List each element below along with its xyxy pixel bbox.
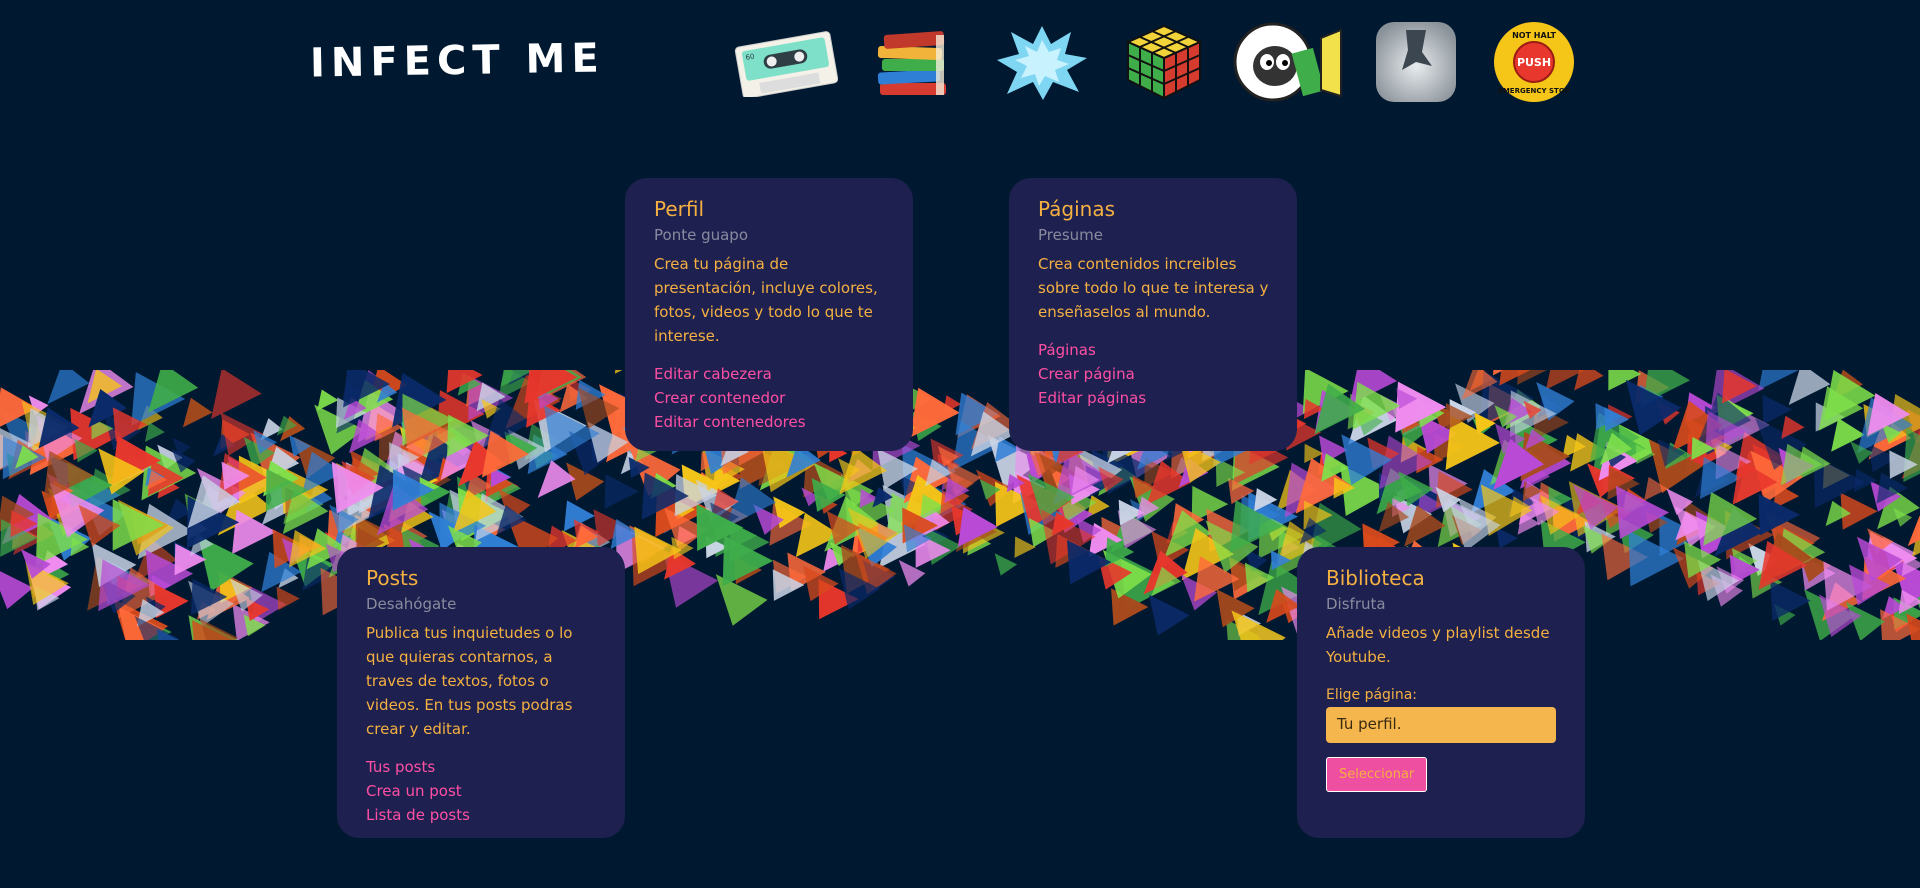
paginas-title: Páginas <box>1038 197 1116 221</box>
perfil-subtitle: Ponte guapo <box>654 226 748 244</box>
biblioteca-card: Biblioteca Disfruta Añade videos y playl… <box>1297 547 1585 838</box>
edit-pages-link[interactable]: Editar páginas <box>1038 386 1269 410</box>
page-select[interactable]: Tu perfil. <box>1326 707 1556 743</box>
svg-text:NOT HALT: NOT HALT <box>1512 31 1556 40</box>
posts-card: Posts Desahógate Publica tus inquietudes… <box>337 547 625 838</box>
splash-burst-icon[interactable] <box>992 20 1092 104</box>
rubiks-cube-icon[interactable] <box>1122 20 1206 104</box>
triangle-pattern-banner <box>0 370 1920 640</box>
biblioteca-description: Añade videos y playlist desde Youtube. <box>1326 624 1550 666</box>
edit-containers-link[interactable]: Editar contenedores <box>654 410 885 434</box>
perfil-description: Crea tu página de presentación, incluye … <box>654 255 878 345</box>
create-post-link[interactable]: Crea un post <box>366 779 597 803</box>
svg-text:PUSH: PUSH <box>1517 56 1551 69</box>
site-logo[interactable]: INFECT ME <box>310 35 605 86</box>
emergency-stop-icon[interactable]: NOT HALT PUSH EMERGENCY STOP <box>1492 20 1576 104</box>
edit-header-link[interactable]: Editar cabezera <box>654 362 885 386</box>
select-button[interactable]: Seleccionar <box>1326 757 1428 792</box>
paginas-subtitle: Presume <box>1038 226 1104 244</box>
cassette-tape-icon[interactable]: 60 <box>733 20 839 104</box>
paginas-description: Crea contenidos increibles sobre todo lo… <box>1038 255 1269 321</box>
perfil-title: Perfil <box>654 197 705 221</box>
posts-title: Posts <box>366 566 419 590</box>
your-posts-link[interactable]: Tus posts <box>366 755 597 779</box>
posts-description: Publica tus inquietudes o lo que quieras… <box>366 624 573 738</box>
books-stack-icon[interactable] <box>870 20 954 104</box>
sheep-cartoon-icon[interactable] <box>1233 20 1345 104</box>
biblioteca-title: Biblioteca <box>1326 566 1425 590</box>
svg-text:EMERGENCY STOP: EMERGENCY STOP <box>1498 87 1570 95</box>
posts-list-link[interactable]: Lista de posts <box>366 803 597 827</box>
posts-subtitle: Desahógate <box>366 595 457 613</box>
paginas-card: Páginas Presume Crea contenidos increibl… <box>1009 178 1297 451</box>
page-select-label: Elige página: <box>1326 687 1417 703</box>
biblioteca-subtitle: Disfruta <box>1326 595 1386 613</box>
create-page-link[interactable]: Crear página <box>1038 362 1269 386</box>
pages-link[interactable]: Páginas <box>1038 338 1269 362</box>
create-container-link[interactable]: Crear contenedor <box>654 386 885 410</box>
snow-photo-icon[interactable] <box>1375 20 1457 104</box>
svg-text:60: 60 <box>745 52 755 61</box>
perfil-card: Perfil Ponte guapo Crea tu página de pre… <box>625 178 913 451</box>
